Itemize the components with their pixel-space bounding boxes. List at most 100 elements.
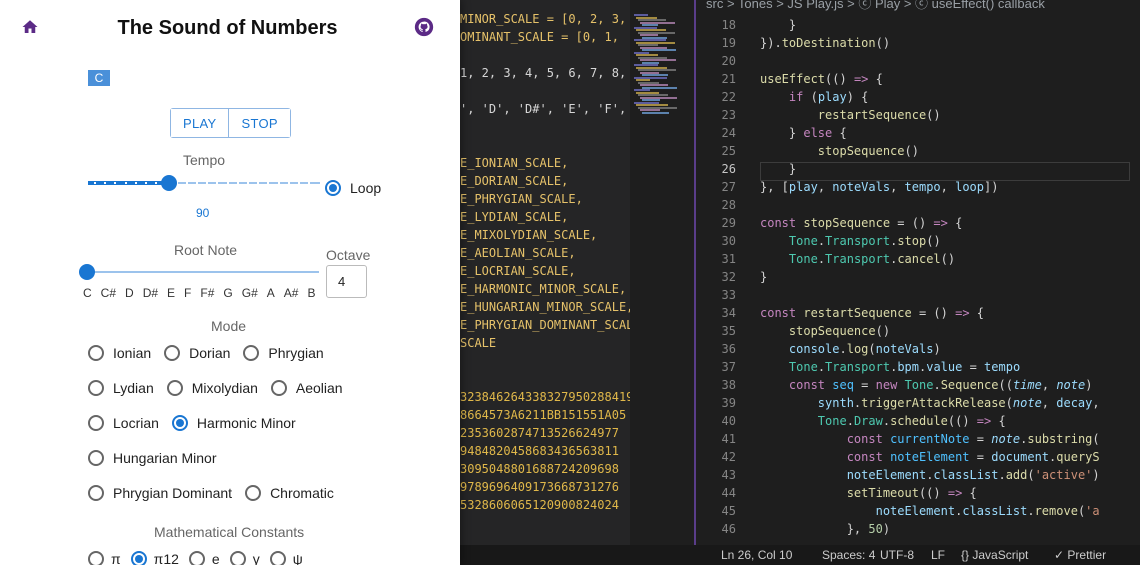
code-text[interactable]: console.log(noteVals) [760,342,941,356]
code-text[interactable]: Tone.Transport.cancel() [760,252,955,266]
code-text[interactable]: const noteElement = document.queryS [760,450,1100,464]
mode-option[interactable]: Phrygian [243,345,324,361]
constant-radio[interactable] [269,551,286,565]
code-line[interactable]: 40 Tone.Draw.schedule(() => { [696,414,1140,432]
breadcrumb[interactable]: src > Tones > JS Play.js > ⓒ Play > ⓒ us… [706,0,1045,12]
root-note-slider-thumb[interactable] [79,264,95,280]
code-line[interactable]: 44 setTimeout(() => { [696,486,1140,504]
mode-radio[interactable] [88,415,104,431]
code-text[interactable]: synth.triggerAttackRelease(note, decay, [760,396,1100,410]
code-text[interactable]: } [760,270,767,284]
code-line[interactable]: 30 Tone.Transport.stop() [696,234,1140,252]
code-line[interactable]: 39 synth.triggerAttackRelease(note, deca… [696,396,1140,414]
constant-option[interactable]: ψ [269,551,303,565]
constant-radio[interactable] [130,551,147,565]
code-text[interactable]: const restartSequence = () => { [760,306,984,320]
code-line[interactable]: 36 console.log(noteVals) [696,342,1140,360]
code-text[interactable]: const seq = new Tone.Sequence((time, not… [760,378,1093,392]
root-note-slider[interactable] [79,264,319,280]
code-text[interactable]: Tone.Transport.bpm.value = tempo [760,360,1020,374]
code-line[interactable]: 19}).toDestination() [696,36,1140,54]
code-text[interactable]: setTimeout(() => { [760,486,977,500]
mode-radio[interactable] [164,345,181,361]
octave-input[interactable] [326,265,367,298]
code-text[interactable]: }, [play, noteVals, tempo, loop]) [760,180,998,194]
code-line[interactable]: 26 } [696,162,1140,180]
code-text[interactable]: stopSequence() [760,324,890,338]
code-line[interactable]: 42 const noteElement = document.queryS [696,450,1140,468]
code-text[interactable]: noteElement.classList.remove('a [760,504,1100,518]
mode-option[interactable]: Locrian [88,415,159,431]
code-line[interactable]: 38 const seq = new Tone.Sequence((time, … [696,378,1140,396]
code-line[interactable]: 18 } [696,18,1140,36]
tempo-slider[interactable] [88,175,320,191]
mode-radio[interactable] [88,345,104,361]
code-text[interactable]: if (play) { [760,90,869,104]
code-line[interactable]: 43 noteElement.classList.add('active') [696,468,1140,486]
code-text[interactable]: }, 50) [760,522,890,536]
code-editor[interactable]: src > Tones > JS Play.js > ⓒ Play > ⓒ us… [696,0,1140,545]
code-text[interactable]: useEffect(() => { [760,72,883,86]
constant-option[interactable]: π12 [130,551,179,565]
tempo-slider-thumb[interactable] [161,175,178,191]
mode-option[interactable]: Dorian [164,345,230,361]
code-line[interactable]: 34 const restartSequence = () => { [696,306,1140,324]
end-of-line[interactable]: LF [931,548,945,562]
cursor-position[interactable]: Ln 26, Col 10 [721,548,792,562]
play-button[interactable]: PLAY [171,109,229,137]
loop-radio[interactable]: Loop [325,180,381,196]
code-line[interactable]: 46 }, 50) [696,522,1140,540]
loop-radio-indicator[interactable] [325,180,341,196]
mode-radio[interactable] [88,380,104,396]
mode-radio[interactable] [243,345,260,361]
constant-radio[interactable] [88,551,104,565]
code-line[interactable]: 22 if (play) { [696,90,1140,108]
mode-radio[interactable] [171,415,188,431]
code-text[interactable]: stopSequence() [760,144,919,158]
constant-option[interactable]: γ [229,551,260,565]
constant-radio[interactable] [188,551,205,565]
minimap[interactable] [630,0,680,120]
code-line[interactable]: 27}, [play, noteVals, tempo, loop]) [696,180,1140,198]
mode-radio[interactable] [166,380,183,396]
stop-button[interactable]: STOP [228,109,290,137]
mode-option[interactable]: Hungarian Minor [88,450,217,466]
prettier-status[interactable]: ✓ Prettier [1054,548,1106,562]
encoding[interactable]: UTF-8 [880,548,914,562]
mode-option[interactable]: Harmonic Minor [171,415,296,431]
mode-radio[interactable] [270,380,287,396]
indentation[interactable]: Spaces: 4 [822,548,875,562]
constant-radio[interactable] [229,551,246,565]
code-line[interactable]: 25 stopSequence() [696,144,1140,162]
mode-option[interactable]: Phrygian Dominant [88,485,232,501]
code-text[interactable]: Tone.Transport.stop() [760,234,941,248]
code-line[interactable]: 35 stopSequence() [696,324,1140,342]
mode-radio[interactable] [88,450,104,466]
code-text[interactable]: } [760,18,796,32]
mode-radio[interactable] [245,485,262,501]
code-text[interactable]: } [760,162,796,176]
mode-option[interactable]: Ionian [88,345,151,361]
code-line[interactable]: 41 const currentNote = note.substring( [696,432,1140,450]
mode-option[interactable]: Lydian [88,380,154,396]
mode-option[interactable]: Chromatic [245,485,334,501]
github-icon[interactable] [414,17,434,37]
code-line[interactable]: 45 noteElement.classList.remove('a [696,504,1140,522]
code-text[interactable]: restartSequence() [760,108,941,122]
code-line[interactable]: 33 [696,288,1140,306]
code-text[interactable]: const currentNote = note.substring( [760,432,1100,446]
mode-option[interactable]: Aeolian [270,380,343,396]
constant-option[interactable]: e [188,551,220,565]
mode-radio[interactable] [88,485,104,501]
code-text[interactable]: noteElement.classList.add('active') [760,468,1100,482]
code-line[interactable]: 37 Tone.Transport.bpm.value = tempo [696,360,1140,378]
code-line[interactable]: 32} [696,270,1140,288]
language-mode[interactable]: {} JavaScript [961,548,1028,562]
code-line[interactable]: 24 } else { [696,126,1140,144]
secondary-editor-pane[interactable]: MINOR_SCALE = [0, 2, 3, OMINANT_SCALE = [… [460,0,630,545]
code-line[interactable]: 20 [696,54,1140,72]
mode-option[interactable]: Mixolydian [166,380,258,396]
code-line[interactable]: 28 [696,198,1140,216]
code-line[interactable]: 29 const stopSequence = () => { [696,216,1140,234]
code-text[interactable]: Tone.Draw.schedule(() => { [760,414,1006,428]
